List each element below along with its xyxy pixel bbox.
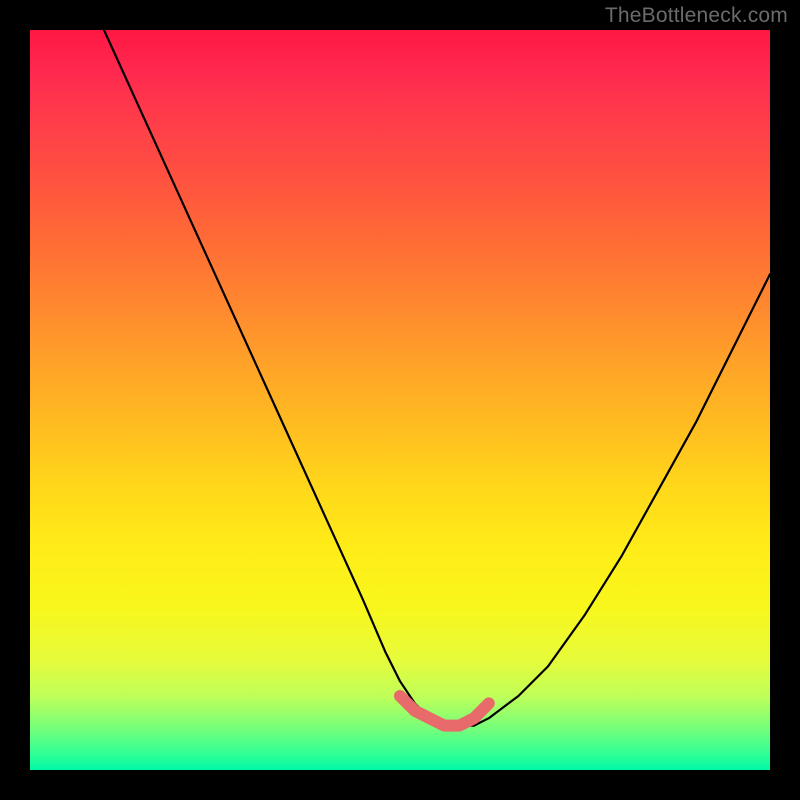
chart-plot-area <box>30 30 770 770</box>
watermark-text: TheBottleneck.com <box>605 4 788 28</box>
bottleneck-curve <box>104 30 770 726</box>
chart-svg <box>30 30 770 770</box>
chart-frame: TheBottleneck.com <box>0 0 800 800</box>
